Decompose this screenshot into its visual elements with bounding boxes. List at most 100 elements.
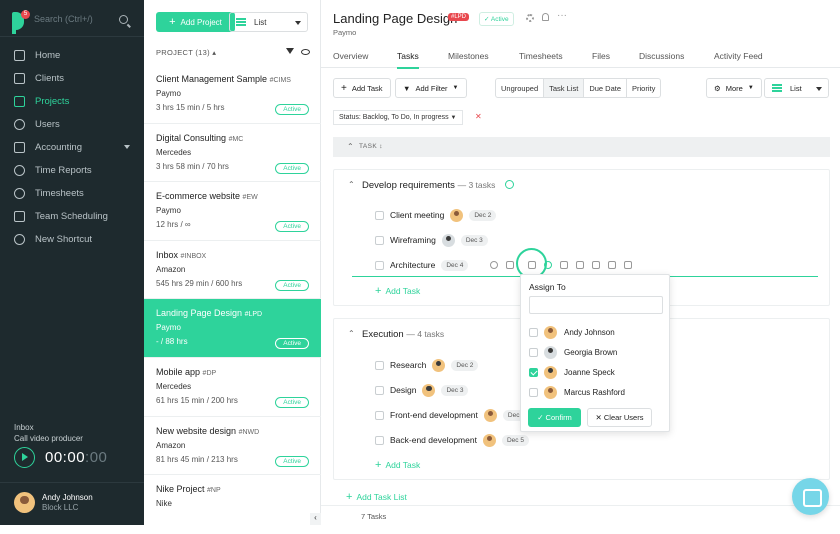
nav-item-accounting[interactable]: Accounting bbox=[0, 136, 144, 159]
move-icon[interactable] bbox=[506, 261, 515, 269]
list-view-select[interactable]: List bbox=[764, 78, 829, 98]
assign-user-option[interactable]: Andy Johnson bbox=[529, 324, 615, 340]
task-checkbox[interactable] bbox=[375, 410, 384, 420]
nav-item-home[interactable]: Home bbox=[0, 44, 144, 67]
play-icon[interactable] bbox=[14, 447, 35, 468]
user-checkbox[interactable] bbox=[529, 387, 538, 397]
nav-item-timesheets[interactable]: Timesheets bbox=[0, 182, 144, 205]
view-due-date[interactable]: Due Date bbox=[584, 79, 627, 97]
task-row[interactable]: Research Dec 2 bbox=[375, 357, 479, 373]
board-icon[interactable] bbox=[592, 261, 601, 269]
task-list-title[interactable]: Develop requirements — 3 tasks bbox=[362, 180, 495, 191]
task-name[interactable]: Back-end development bbox=[390, 435, 477, 445]
status-filter-chip[interactable]: Status: Backlog, To Do, In progress ▼ bbox=[333, 110, 463, 125]
attachment-icon[interactable] bbox=[576, 261, 585, 269]
assign-search-input[interactable] bbox=[529, 296, 663, 314]
task-name[interactable]: Client meeting bbox=[390, 210, 444, 220]
chevron-up-icon[interactable]: ⌃ bbox=[348, 329, 355, 338]
task-row[interactable]: Architecture Dec 4 bbox=[375, 257, 633, 273]
chat-support-icon[interactable] bbox=[792, 478, 829, 515]
trash-icon[interactable] bbox=[624, 261, 633, 269]
nav-item-clients[interactable]: Clients bbox=[0, 67, 144, 90]
task-checkbox[interactable] bbox=[375, 435, 384, 445]
view-task-list[interactable]: Task List bbox=[544, 79, 585, 97]
tab-activity-feed[interactable]: Activity Feed bbox=[714, 51, 763, 61]
project-item-selected[interactable]: Landing Page Design #LPD Paymo - / 88 hrs A… bbox=[144, 299, 321, 358]
task-name[interactable]: Research bbox=[390, 360, 426, 370]
tab-files[interactable]: Files bbox=[592, 51, 610, 61]
close-icon[interactable]: ✕ bbox=[475, 112, 482, 121]
view-select[interactable]: List bbox=[229, 12, 308, 32]
collapse-panel-button[interactable]: ‹ bbox=[310, 513, 321, 525]
view-ungrouped[interactable]: Ungrouped bbox=[496, 79, 545, 97]
project-count-header[interactable]: PROJECT (13) ▴ bbox=[156, 48, 216, 57]
more-icon[interactable]: ··· bbox=[557, 10, 567, 21]
gear-icon[interactable] bbox=[526, 14, 534, 22]
project-item[interactable]: Client Management Sample #CIMS Paymo 3 hrs… bbox=[144, 65, 321, 124]
user-checkbox[interactable] bbox=[529, 327, 538, 337]
user-checkbox[interactable] bbox=[529, 347, 538, 357]
search-icon[interactable] bbox=[119, 15, 128, 24]
task-name[interactable]: Wireframing bbox=[390, 235, 436, 245]
task-row[interactable]: Back-end development Dec 5 bbox=[375, 432, 529, 448]
tab-discussions[interactable]: Discussions bbox=[639, 51, 684, 61]
chevron-up-icon[interactable]: ⌃ bbox=[347, 142, 354, 151]
add-task-inline-button[interactable]: + Add Task bbox=[375, 285, 420, 297]
user-checkbox-checked[interactable] bbox=[529, 367, 538, 377]
nav-item-time-reports[interactable]: Time Reports bbox=[0, 159, 144, 182]
nav-item-new-shortcut[interactable]: New Shortcut bbox=[0, 228, 144, 251]
link-icon[interactable] bbox=[608, 261, 617, 269]
filter-icon[interactable] bbox=[286, 48, 294, 56]
confirm-button[interactable]: ✓ Confirm bbox=[528, 408, 581, 427]
task-row[interactable]: Client meeting Dec 2 bbox=[375, 207, 497, 223]
task-column-header[interactable]: TASK ↕ bbox=[359, 143, 383, 150]
assign-user-option[interactable]: Georgia Brown bbox=[529, 344, 617, 360]
search-input[interactable]: Search (Ctrl+/) bbox=[34, 14, 134, 30]
status-badge[interactable]: ✓ Active bbox=[479, 12, 514, 26]
assign-user-option[interactable]: Joanne Speck bbox=[529, 364, 615, 380]
tab-overview[interactable]: Overview bbox=[333, 51, 368, 61]
task-list-title[interactable]: Execution — 4 tasks bbox=[362, 329, 444, 340]
task-checkbox[interactable] bbox=[375, 210, 384, 220]
chevron-up-icon[interactable]: ⌃ bbox=[348, 180, 355, 189]
chevron-down-icon[interactable] bbox=[124, 145, 130, 152]
task-row[interactable]: Design Dec 3 bbox=[375, 382, 469, 398]
client-name[interactable]: Paymo bbox=[333, 28, 356, 37]
project-item[interactable]: Digital Consulting #MC Mercedes 3 hrs 58 m… bbox=[144, 124, 321, 183]
nav-item-users[interactable]: Users bbox=[0, 113, 144, 136]
project-item[interactable]: Inbox #INBOX Amazon 545 hrs 29 min / 600 h… bbox=[144, 241, 321, 300]
view-priority[interactable]: Priority bbox=[627, 79, 660, 97]
more-button[interactable]: ⚙ More ▼ bbox=[706, 78, 762, 98]
project-item[interactable]: E-commerce website #EW Paymo 12 hrs / ∞ Act… bbox=[144, 182, 321, 241]
task-checkbox[interactable] bbox=[375, 235, 384, 245]
bell-icon[interactable] bbox=[542, 13, 549, 21]
project-item[interactable]: New website design #NWD Amazon 81 hrs 45 m… bbox=[144, 417, 321, 476]
calendar-icon[interactable] bbox=[560, 261, 569, 269]
paymo-logo[interactable]: 5 bbox=[12, 10, 30, 34]
task-row[interactable]: Front-end development Dec 4 bbox=[375, 407, 530, 423]
eye-icon[interactable] bbox=[301, 49, 310, 55]
user-menu[interactable]: Andy Johnson Block LLC bbox=[14, 492, 93, 513]
task-name[interactable]: Design bbox=[390, 385, 416, 395]
clock-icon[interactable] bbox=[490, 261, 499, 269]
nav-item-team-scheduling[interactable]: Team Scheduling bbox=[0, 205, 144, 228]
tab-milestones[interactable]: Milestones bbox=[448, 51, 489, 61]
add-task-list-button[interactable]: + Add Task List bbox=[346, 491, 407, 503]
task-checkbox[interactable] bbox=[375, 385, 384, 395]
project-item[interactable]: Mobile app #DP Mercedes 61 hrs 15 min / 20… bbox=[144, 358, 321, 417]
notification-badge[interactable]: 5 bbox=[21, 10, 30, 19]
tab-tasks[interactable]: Tasks bbox=[397, 51, 419, 69]
nav-item-projects[interactable]: Projects bbox=[0, 90, 144, 113]
task-checkbox[interactable] bbox=[375, 260, 384, 270]
task-row[interactable]: Wireframing Dec 3 bbox=[375, 232, 488, 248]
clear-users-button[interactable]: ✕ Clear Users bbox=[587, 408, 652, 427]
add-project-button[interactable]: + Add Project bbox=[156, 12, 235, 32]
task-name[interactable]: Architecture bbox=[390, 260, 435, 270]
assign-user-option[interactable]: Marcus Rashford bbox=[529, 384, 625, 400]
add-task-inline-button[interactable]: + Add Task bbox=[375, 459, 420, 471]
add-task-button[interactable]: + Add Task bbox=[333, 78, 391, 98]
add-filter-button[interactable]: ▼ Add Filter ▼ bbox=[395, 78, 467, 98]
task-name[interactable]: Front-end development bbox=[390, 410, 478, 420]
tab-timesheets[interactable]: Timesheets bbox=[519, 51, 563, 61]
task-checkbox[interactable] bbox=[375, 360, 384, 370]
